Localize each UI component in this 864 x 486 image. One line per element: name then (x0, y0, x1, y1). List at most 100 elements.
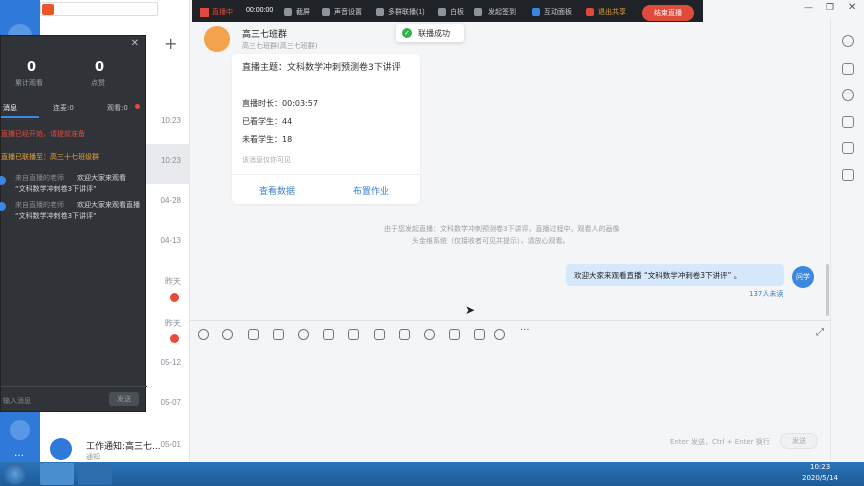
robot-icon[interactable] (842, 169, 854, 181)
history-icon[interactable] (842, 89, 854, 101)
send-button[interactable]: 发送 (109, 392, 139, 406)
sender-avatar (0, 202, 6, 211)
send-hint: Enter 发送，Ctrl + Enter 换行 (670, 438, 770, 446)
add-icon[interactable]: + (164, 34, 177, 53)
multi-group-icon[interactable] (376, 8, 384, 16)
lightning-icon[interactable] (399, 329, 410, 340)
card-note: 该消息仅你可见 (242, 156, 291, 164)
minimize-icon[interactable]: — (804, 3, 813, 13)
conv-time: 昨天 (165, 277, 181, 286)
scissors-icon[interactable] (273, 329, 284, 340)
add-member-icon[interactable] (842, 63, 854, 75)
stat-value: 0 (27, 60, 37, 75)
chat-header: 高三七班群 高三七班群(高三七班群) (190, 22, 830, 58)
checklist-icon[interactable] (374, 329, 385, 340)
microphone-icon[interactable] (322, 8, 330, 16)
system-message-red: 直播已经开始，请提前准备 (1, 130, 85, 138)
location-icon[interactable] (474, 8, 482, 16)
toast-text: 联播成功 (418, 29, 450, 38)
assign-homework-button[interactable]: 布置作业 (353, 184, 389, 197)
card-duration: 直播时长：00:03:57 (242, 99, 318, 108)
panel-icon[interactable] (532, 8, 540, 16)
toolbar-item-whiteboard[interactable]: 白板 (450, 7, 464, 17)
tab-mic[interactable]: 连麦:0 (53, 103, 74, 113)
toolbar-item-screenshot[interactable]: 截屏 (296, 7, 310, 17)
system-notice-line1: 由于您发起直播：文科数学冲刺预测卷3下讲评，直播过程中，观看人的画像 (384, 225, 620, 233)
outgoing-message-bubble: 欢迎大家来观看直播 “文科数学冲刺卷3下讲评” 。 (566, 264, 784, 286)
phone-icon[interactable] (424, 329, 435, 340)
toolbar-item-multicast[interactable]: 多群联播(1) (388, 7, 425, 17)
conv-time: 05-12 (160, 358, 181, 367)
mention-icon[interactable] (298, 329, 309, 340)
folder-icon[interactable] (323, 329, 334, 340)
tab-messages[interactable]: 消息 (3, 103, 17, 113)
message-text: 欢迎大家来观看 (77, 174, 126, 182)
tab-viewers[interactable]: 观看:0 (107, 103, 128, 113)
settings-icon[interactable] (10, 420, 30, 440)
success-toast: ✓ 联播成功 (396, 24, 464, 42)
end-live-button[interactable]: 结束直播 (642, 5, 694, 21)
maximize-icon[interactable]: ❐ (826, 3, 834, 13)
card-watched: 已看学生：44 (242, 117, 293, 126)
more-icon[interactable]: ··· (520, 325, 530, 336)
system-message-orange: 直播已联播至：高三十七班级群 (1, 153, 99, 161)
folder-icon[interactable] (842, 116, 854, 128)
image-icon[interactable] (348, 329, 359, 340)
gif-icon[interactable] (198, 329, 209, 340)
taskbar-app-dingtalk[interactable] (40, 463, 74, 485)
unread-badge (170, 293, 179, 302)
divider (1, 386, 147, 387)
live-status: 直播中 (212, 9, 233, 16)
mail-icon[interactable] (474, 329, 485, 340)
more-circle-icon[interactable] (842, 35, 854, 47)
group-avatar (204, 26, 230, 52)
active-tab-indicator (1, 116, 39, 118)
unread-status[interactable]: 137人未读 (749, 289, 783, 299)
toolbar-item-checkin[interactable]: 发起签到 (488, 7, 516, 17)
start-button[interactable] (4, 463, 26, 485)
group-name: 高三七班群 (242, 30, 288, 40)
windows-taskbar: 10:23 2020/5/14 (0, 462, 864, 486)
ime-logo-icon (42, 4, 54, 15)
close-icon[interactable]: ✕ (131, 38, 139, 49)
whiteboard-icon[interactable] (438, 8, 446, 16)
clock-time: 10:23 (810, 463, 831, 471)
camera-icon[interactable] (494, 329, 505, 340)
compose-area: ··· ⤢ Enter 发送，Ctrl + Enter 换行 发送 (190, 320, 830, 462)
check-icon: ✓ (402, 28, 412, 38)
taskbar-app-screen[interactable] (78, 463, 112, 485)
stat-label: 累计观看 (15, 79, 43, 87)
exit-share-icon[interactable] (586, 8, 594, 16)
more-icon[interactable]: … (14, 448, 24, 459)
message-input[interactable]: 输入消息 (3, 396, 31, 406)
live-timer: 00:00:00 (246, 7, 274, 14)
scrollbar[interactable] (826, 264, 829, 316)
thumbs-up-icon[interactable] (248, 329, 259, 340)
divider (232, 174, 420, 175)
view-data-button[interactable]: 查看数据 (259, 184, 295, 197)
megaphone-icon[interactable] (842, 142, 854, 154)
expand-icon[interactable]: ⤢ (816, 327, 824, 338)
toolbar-item-panel[interactable]: 互动面板 (544, 7, 572, 17)
toolbar-item-exit-share[interactable]: 退出共享 (598, 7, 626, 17)
work-notice-avatar (50, 438, 72, 460)
conv-time: 05-01 (160, 440, 181, 449)
conv-snippet: 通知 (86, 453, 100, 461)
toolbar-item-sound[interactable]: 声音设置 (334, 7, 362, 17)
right-sidebar (830, 18, 864, 462)
calendar-icon[interactable] (449, 329, 460, 340)
send-button[interactable]: 发送 (780, 433, 818, 449)
conv-time: 10:23 (160, 156, 181, 165)
conv-time: 04-13 (160, 236, 181, 245)
emoji-icon[interactable] (222, 329, 233, 340)
unread-dot (135, 104, 140, 109)
my-avatar: 问学 (792, 266, 814, 288)
camera-icon[interactable] (284, 8, 292, 16)
sender-name: 来自直播的老师 (15, 201, 64, 209)
sender-avatar (0, 176, 6, 185)
card-title: 直播主题：文科数学冲刺预测卷3下讲评 (242, 63, 401, 73)
input-method-bar[interactable] (40, 2, 158, 16)
message-text: “文科数学冲刺卷3下讲评” (15, 185, 97, 193)
close-window-icon[interactable]: ✕ (848, 2, 856, 13)
conv-title: 工作通知:高三七... (86, 442, 161, 452)
